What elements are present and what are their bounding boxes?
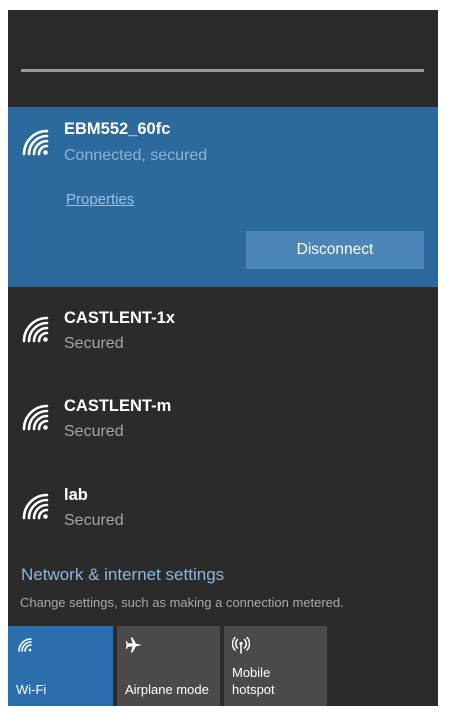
network-name: CASTLENT-1x [64,309,175,327]
network-name: EBM552_60fc [64,120,171,138]
disconnect-button[interactable]: Disconnect [246,231,424,269]
network-name: CASTLENT-m [64,397,172,415]
mobile-hotspot-icon [232,636,250,654]
properties-link[interactable]: Properties [66,191,134,208]
wifi-signal-icon [20,314,50,344]
tile-label: Airplane mode [125,682,209,697]
wifi-signal-icon [20,402,50,432]
airplane-mode-tile[interactable]: Airplane mode [117,626,220,706]
network-item[interactable]: CASTLENT-m Secured [8,390,438,478]
network-item[interactable]: CASTLENT-1x Secured [8,302,438,390]
tile-label: Mobile hotspot [232,665,275,697]
network-status: Secured [64,423,124,440]
tile-label: Wi-Fi [16,682,47,697]
wifi-signal-icon [20,491,50,521]
wifi-icon [16,636,34,654]
airplane-icon [125,636,143,654]
network-status: Connected, secured [64,147,208,164]
network-status: Secured [64,335,124,352]
network-name: lab [64,486,88,504]
network-flyout: EBM552_60fc Connected, secured Propertie… [8,10,438,706]
network-item-connected[interactable]: EBM552_60fc Connected, secured Propertie… [8,107,438,287]
network-item[interactable]: lab Secured [8,479,438,567]
wifi-toggle-tile[interactable]: Wi-Fi [8,626,113,706]
network-settings-description: Change settings, such as making a connec… [20,595,344,610]
network-status: Secured [64,512,124,529]
search-divider [21,69,424,72]
mobile-hotspot-tile[interactable]: Mobile hotspot [224,626,327,706]
network-settings-link[interactable]: Network & internet settings [21,565,224,585]
wifi-signal-icon [20,127,50,157]
